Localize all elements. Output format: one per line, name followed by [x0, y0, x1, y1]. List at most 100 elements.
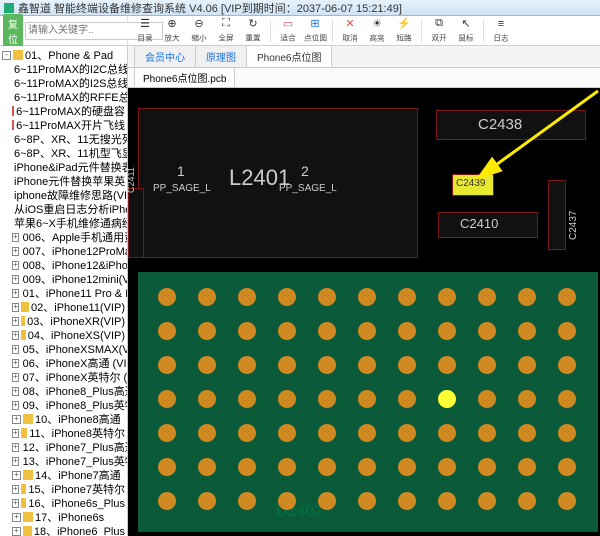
bga-pad[interactable]	[238, 458, 256, 476]
tree-item[interactable]: +18、iPhone6_Plus	[0, 524, 127, 536]
tree-toggle[interactable]: +	[12, 513, 21, 522]
tree-toggle[interactable]: +	[12, 261, 19, 270]
bga-pad[interactable]	[398, 356, 416, 374]
tree-toggle[interactable]: +	[12, 457, 19, 466]
subtab[interactable]: Phone6点位图.pcb	[134, 67, 235, 87]
tree-item[interactable]: 6~11ProMAX的I2S总线	[0, 76, 127, 90]
bga-pad[interactable]	[478, 356, 496, 374]
tree-item[interactable]: +14、iPhone7高通	[0, 468, 127, 482]
tree-item[interactable]: 从iOS重启日志分析iPhon	[0, 202, 127, 216]
tree-item[interactable]: +05、iPhoneXSMAX(VIP)	[0, 342, 127, 356]
component-c2437[interactable]	[548, 180, 566, 250]
tree-toggle[interactable]: +	[12, 415, 21, 424]
tree-toggle[interactable]: +	[12, 317, 19, 326]
bga-pad[interactable]	[158, 288, 176, 306]
bga-pad[interactable]	[398, 424, 416, 442]
tree-item[interactable]: +13、iPhone7_Plus英特尔	[0, 454, 127, 468]
toolbar-取消[interactable]: ✕取消	[337, 17, 363, 45]
component-block[interactable]: 1 2 PP_SAGE_L PP_SAGE_L L2401	[138, 108, 418, 258]
bga-pad[interactable]	[238, 322, 256, 340]
bga-pad[interactable]	[558, 288, 576, 306]
toolbar-重置[interactable]: ↻重置	[240, 17, 266, 45]
bga-pad[interactable]	[478, 458, 496, 476]
bga-pad[interactable]	[318, 322, 336, 340]
tree-toggle[interactable]: +	[12, 247, 19, 256]
bga-pad[interactable]	[198, 322, 216, 340]
toolbar-全屏[interactable]: ⛶全屏	[213, 17, 239, 45]
bga-pad[interactable]	[438, 458, 456, 476]
bga-pad[interactable]	[398, 322, 416, 340]
tree-item[interactable]: +04、iPhoneXS(VIP)	[0, 328, 127, 342]
tree-toggle[interactable]: +	[12, 303, 19, 312]
tree-toggle[interactable]: +	[12, 289, 19, 298]
bga-pad[interactable]	[478, 288, 496, 306]
tree-toggle[interactable]: -	[2, 51, 11, 60]
toolbar-双开[interactable]: ⧉双开	[426, 17, 452, 45]
bga-pad[interactable]	[518, 492, 536, 510]
tree-item[interactable]: iphone故障维修思路(VIP	[0, 188, 127, 202]
bga-pad[interactable]	[398, 458, 416, 476]
tree-item[interactable]: 6~8P、XR、11机型飞显	[0, 146, 127, 160]
bga-pad[interactable]	[438, 424, 456, 442]
tree-item[interactable]: +16、iPhone6s_Plus	[0, 496, 127, 510]
bga-pad[interactable]	[198, 390, 216, 408]
bga-pad[interactable]	[518, 322, 536, 340]
bga-pad[interactable]	[518, 356, 536, 374]
bga-pad[interactable]	[438, 492, 456, 510]
bga-pad[interactable]	[438, 322, 456, 340]
tree-item[interactable]: +006、Apple手机通用资料	[0, 230, 127, 244]
toolbar-高亮[interactable]: ☀高亮	[364, 17, 390, 45]
bga-pad[interactable]	[238, 356, 256, 374]
bga-pad[interactable]	[558, 390, 576, 408]
bga-pad[interactable]	[358, 356, 376, 374]
tree-item[interactable]: +10、iPhone8高通	[0, 412, 127, 426]
tab-原理图[interactable]: 原理图	[195, 45, 247, 67]
tree-item[interactable]: 6~11ProMAX的硬盘容	[0, 104, 127, 118]
toolbar-目录[interactable]: ☰目录	[132, 17, 158, 45]
bga-pad[interactable]	[278, 424, 296, 442]
bga-pad[interactable]	[158, 356, 176, 374]
bga-pad[interactable]	[358, 424, 376, 442]
bga-pad[interactable]	[318, 356, 336, 374]
tree-item[interactable]: 6~11ProMAX开片飞线	[0, 118, 127, 132]
bga-pad[interactable]	[318, 492, 336, 510]
bga-pad[interactable]	[158, 322, 176, 340]
bga-pad[interactable]	[238, 390, 256, 408]
tree-toggle[interactable]: +	[12, 387, 19, 396]
tree-toggle[interactable]: +	[12, 345, 19, 354]
bga-pad[interactable]	[398, 390, 416, 408]
bga-pad[interactable]	[158, 492, 176, 510]
tree-toggle[interactable]: +	[12, 443, 19, 452]
bga-pad[interactable]	[318, 390, 336, 408]
bga-pad[interactable]	[318, 458, 336, 476]
toolbar-鼠标[interactable]: ↖鼠标	[453, 17, 479, 45]
bga-pad[interactable]	[278, 458, 296, 476]
bga-pad[interactable]	[358, 288, 376, 306]
tree-item[interactable]: iPhone&iPad元件替换表	[0, 160, 127, 174]
tree-item[interactable]: +007、iPhone12ProMax(	[0, 244, 127, 258]
tree-toggle[interactable]: +	[12, 527, 21, 536]
tree-toggle[interactable]: +	[12, 401, 19, 410]
bga-pad[interactable]	[198, 424, 216, 442]
bga-pad[interactable]	[238, 288, 256, 306]
bga-pad[interactable]	[198, 458, 216, 476]
tree-item[interactable]: +008、iPhone12&iPhone1	[0, 258, 127, 272]
toolbar-点位图[interactable]: ⊞点位图	[302, 17, 328, 45]
bga-pad[interactable]	[198, 356, 216, 374]
bga-pad[interactable]	[558, 356, 576, 374]
tab-Phone6点位图[interactable]: Phone6点位图	[246, 45, 332, 67]
bga-pad[interactable]	[438, 288, 456, 306]
bga-pad[interactable]	[238, 424, 256, 442]
bga-pad[interactable]	[278, 356, 296, 374]
bga-pad[interactable]	[278, 390, 296, 408]
bga-pad[interactable]	[158, 390, 176, 408]
tree-item[interactable]: +12、iPhone7_Plus高通	[0, 440, 127, 454]
bga-pad[interactable]	[358, 458, 376, 476]
tree-toggle[interactable]: +	[12, 331, 19, 340]
tab-会员中心[interactable]: 会员中心	[134, 45, 196, 67]
bga-pad[interactable]	[358, 322, 376, 340]
bga-pad[interactable]	[398, 288, 416, 306]
tree-item[interactable]: 苹果6~X手机维修通病经	[0, 216, 127, 230]
bga-pad[interactable]	[278, 322, 296, 340]
tree-item[interactable]: 6~11ProMAX的I2C总线	[0, 62, 127, 76]
